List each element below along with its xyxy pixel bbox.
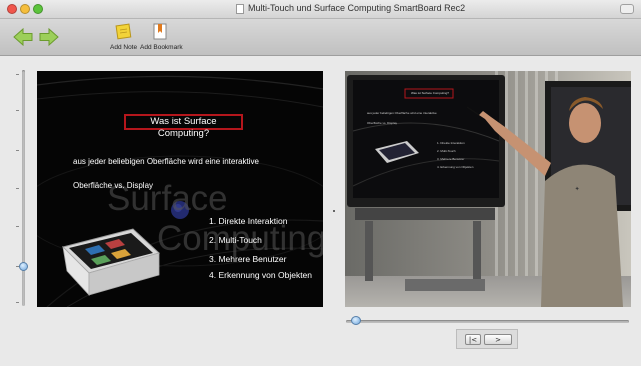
board-line: Oberfläche vs. Display bbox=[367, 121, 398, 125]
document-icon bbox=[236, 4, 244, 14]
divider-dot bbox=[333, 210, 335, 212]
add-note-button[interactable]: Add Note bbox=[110, 22, 138, 51]
slide-panel: Surface Computing Was ist Surface Comput… bbox=[37, 71, 323, 307]
surface-table-image bbox=[62, 228, 160, 297]
video-timeline-slider[interactable] bbox=[346, 316, 629, 325]
slide-text-line: Oberfläche vs. Display bbox=[73, 181, 154, 190]
board-bullet: 2. Multi-Touch bbox=[437, 149, 456, 153]
slide-title: Was ist Surface Computing? bbox=[124, 114, 243, 139]
back-button[interactable] bbox=[12, 26, 34, 48]
board-bullet: 4. Erkennung von Objekten bbox=[437, 165, 474, 169]
board-line: aus jeder beliebigen Oberfläche wird ein… bbox=[367, 111, 437, 115]
slider-tick bbox=[16, 150, 19, 151]
title-bar: Multi-Touch und Surface Computing SmartB… bbox=[0, 0, 641, 19]
slider-tick bbox=[16, 226, 19, 227]
bookmark-icon bbox=[150, 22, 170, 42]
navigation-controls: |< > bbox=[456, 329, 518, 349]
slide-text-line: aus jeder beliebigen Oberfläche wird ein… bbox=[73, 157, 259, 166]
video-panel: ✦ Was ist Surface Computing? aus jeder b… bbox=[345, 71, 631, 307]
video-frame: ✦ bbox=[345, 71, 631, 307]
forward-button[interactable] bbox=[38, 26, 60, 48]
add-bookmark-button[interactable]: Add Bookmark bbox=[140, 22, 183, 51]
previous-button[interactable]: |< bbox=[465, 334, 481, 345]
slider-knob[interactable] bbox=[19, 262, 28, 271]
slide-bullet: 4. Erkennung von Objekten bbox=[209, 270, 313, 280]
svg-text:✦: ✦ bbox=[574, 185, 580, 193]
timeline-knob[interactable] bbox=[351, 316, 361, 325]
slider-tick bbox=[16, 74, 19, 75]
slider-tick bbox=[16, 188, 19, 189]
toolbar-toggle-button[interactable] bbox=[620, 4, 634, 14]
back-arrow-icon bbox=[13, 27, 33, 47]
board-bullet: 3. Mehrere Benutzer bbox=[437, 157, 465, 161]
add-bookmark-label: Add Bookmark bbox=[140, 44, 183, 51]
board-title: Was ist Surface Computing? bbox=[411, 91, 449, 95]
board-bullet: 1. Direkte Interaktion bbox=[437, 141, 465, 145]
timeline-track bbox=[346, 320, 629, 323]
add-note-label: Add Note bbox=[110, 44, 138, 51]
slide-bullet: 1. Direkte Interaktion bbox=[209, 216, 288, 226]
slider-tick bbox=[16, 110, 19, 111]
window-title: Multi-Touch und Surface Computing SmartB… bbox=[248, 3, 466, 13]
minimize-window-button[interactable] bbox=[20, 4, 30, 14]
toolbar: Add Note Add Bookmark bbox=[0, 19, 641, 56]
close-window-button[interactable] bbox=[7, 4, 17, 14]
slide-position-slider[interactable] bbox=[16, 70, 28, 306]
forward-arrow-icon bbox=[39, 27, 59, 47]
slide-bullet: 3. Mehrere Benutzer bbox=[209, 254, 287, 264]
slide-bullet: 2. Multi-Touch bbox=[209, 235, 262, 245]
next-button[interactable]: > bbox=[484, 334, 512, 345]
slider-tick bbox=[16, 302, 19, 303]
note-icon bbox=[113, 22, 133, 42]
zoom-window-button[interactable] bbox=[33, 4, 43, 14]
